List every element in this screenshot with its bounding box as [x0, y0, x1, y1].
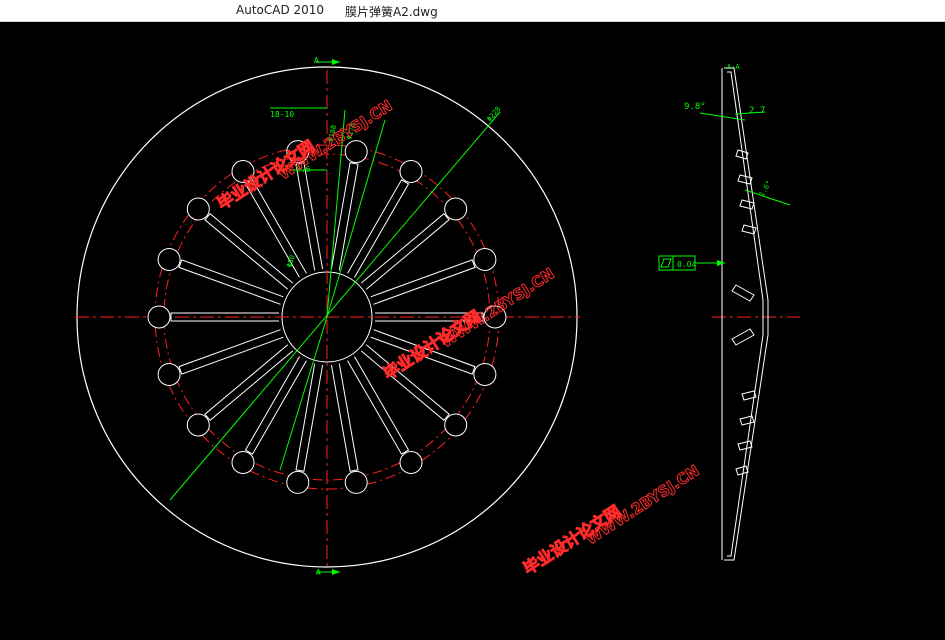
section-mark-top: A — [314, 56, 319, 65]
finger-slot — [295, 162, 324, 271]
watermark-site-3: 毕业设计论文网 — [520, 501, 624, 578]
slot-end-hole — [473, 248, 497, 271]
file-name: 膜片弹簧A2.dwg — [345, 5, 438, 19]
finger-slot — [178, 259, 284, 305]
finger-slot — [178, 329, 284, 375]
section-profile — [721, 67, 769, 561]
arrow-head-top — [332, 59, 340, 65]
watermark-url-3: WWW.2BYSJ.CN — [582, 462, 702, 549]
finger-slot — [204, 212, 294, 290]
slot-end-hole — [344, 470, 368, 494]
slot-end-hole — [157, 363, 181, 386]
finger-slot — [204, 344, 294, 422]
finger-slot — [360, 212, 450, 290]
finger-slot — [330, 363, 359, 472]
finger-slot — [244, 179, 307, 278]
window-titlebar: AutoCAD 2010 膜片弹簧A2.dwg — [0, 0, 945, 22]
slot-end-hole — [444, 197, 468, 221]
slot-end-hole — [286, 470, 310, 494]
drawing-canvas[interactable]: A A 18-10 2.6 Φ188 Φ176 Φ228 Φ80 A-A 9.8… — [0, 22, 945, 635]
flatness-value-text: 0.04 — [677, 260, 696, 269]
section-dimensions — [658, 111, 791, 271]
slot-end-hole — [157, 248, 181, 271]
section-mark-bottom: A — [316, 568, 321, 577]
finger-slot — [295, 363, 324, 472]
arrow-head-bottom — [332, 569, 340, 575]
flatness-symbol — [660, 258, 672, 268]
watermark-site-2: 毕业设计论文网 — [380, 306, 484, 383]
dim-text-18-10: 18-10 — [270, 110, 294, 119]
finger-slot — [347, 179, 410, 278]
finger-slot — [370, 259, 476, 305]
cad-drawing: A A 18-10 2.6 Φ188 Φ176 Φ228 Φ80 A-A 9.8… — [75, 56, 800, 579]
side-angle-text: 9.8° — [684, 102, 706, 112]
slot-end-hole — [399, 160, 423, 183]
slot-end-hole — [231, 451, 255, 474]
slot-end-hole — [186, 413, 210, 437]
dim-text-228: Φ228 — [485, 105, 502, 123]
side-angle-small-text: 1.6° — [758, 179, 773, 198]
finger-slot — [244, 356, 307, 455]
slot-end-hole — [444, 413, 468, 437]
diameter-leader-228 — [169, 111, 501, 501]
flatness-arrow — [717, 260, 725, 266]
slot-end-hole — [147, 305, 171, 329]
app-title: AutoCAD 2010 — [236, 3, 325, 17]
slot-end-hole — [473, 363, 497, 386]
slot-end-hole — [186, 197, 210, 221]
slot-end-hole — [344, 140, 368, 164]
slot-end-hole — [399, 451, 423, 474]
section-view-label: A-A — [727, 63, 740, 71]
side-thickness-text: 2.7 — [749, 106, 765, 116]
